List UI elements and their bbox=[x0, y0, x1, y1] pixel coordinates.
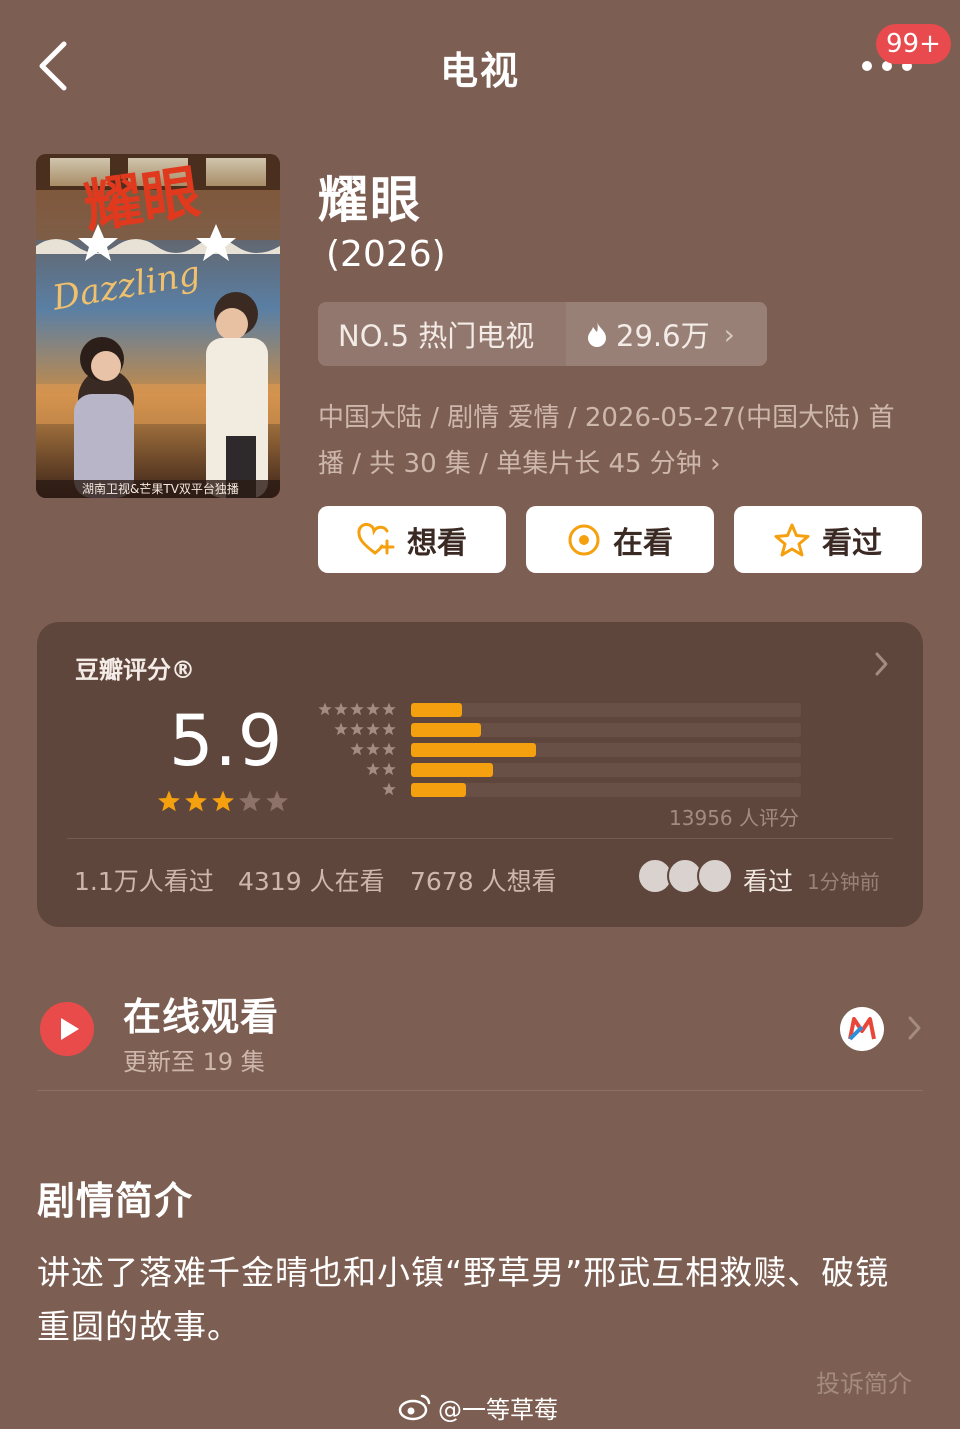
avatar bbox=[697, 858, 733, 894]
weibo-icon bbox=[398, 1394, 431, 1421]
more-dot-icon bbox=[862, 61, 872, 71]
dist-star-icon bbox=[382, 742, 396, 756]
watching-button[interactable]: 在看 bbox=[526, 506, 714, 573]
watching-count[interactable]: 4319 人在看 bbox=[238, 862, 385, 898]
divider bbox=[67, 838, 893, 839]
online-watch-subtitle: 更新至 19 集 bbox=[123, 1048, 265, 1076]
chevron-right-icon: › bbox=[710, 449, 721, 479]
dist-bar-1-star bbox=[411, 783, 466, 797]
dist-star-icon bbox=[382, 782, 396, 796]
activity-time: 1分钟前 bbox=[807, 870, 880, 894]
dist-track bbox=[411, 763, 801, 777]
star-outline-icon bbox=[774, 523, 810, 556]
drama-poster[interactable]: 耀眼 Dazzling 湖南卫视&芒果TV双平台独播 bbox=[36, 154, 280, 498]
rank-label: NO.5 热门电视 bbox=[338, 319, 535, 353]
rating-card[interactable]: 豆瓣评分® 5.9 13956 人评分 1.1万人看过 4319 人在看 767… bbox=[37, 622, 923, 927]
dist-stars-icon bbox=[366, 762, 396, 776]
chevron-right-icon: › bbox=[723, 317, 735, 351]
dist-star-icon bbox=[350, 702, 364, 716]
poster-footer: 湖南卫视&芒果TV双平台独播 bbox=[82, 482, 239, 496]
meta-line-2: 播 / 共 30 集 / 单集片长 45 分钟 bbox=[318, 449, 702, 479]
dist-row-4-star bbox=[313, 722, 813, 737]
dist-star-icon bbox=[334, 722, 348, 736]
weibo-watermark: @一等草莓 bbox=[398, 1390, 558, 1424]
chevron-right-icon bbox=[908, 1016, 921, 1040]
dist-bar-3-star bbox=[411, 743, 536, 757]
dist-star-icon bbox=[382, 762, 396, 776]
drama-title: 耀眼 bbox=[318, 171, 422, 229]
star-empty-icon bbox=[239, 790, 261, 812]
star-filled-icon bbox=[185, 790, 207, 812]
online-watch-title: 在线观看 bbox=[123, 995, 280, 1039]
dist-stars-icon bbox=[350, 742, 396, 756]
heart-plus-icon bbox=[357, 522, 395, 554]
dist-track bbox=[411, 743, 801, 757]
activity-action: 看过 bbox=[743, 867, 794, 896]
dist-bar-5-star bbox=[411, 703, 462, 717]
dist-star-icon bbox=[366, 702, 380, 716]
dist-row-5-star bbox=[313, 702, 813, 717]
watermark-text: @一等草莓 bbox=[438, 1395, 558, 1424]
want-to-watch-label: 想看 bbox=[407, 525, 467, 561]
dist-stars-icon bbox=[334, 722, 396, 736]
watching-label: 在看 bbox=[613, 525, 673, 561]
want-to-watch-button[interactable]: 想看 bbox=[318, 506, 506, 573]
poster-title-art: 耀眼 bbox=[79, 157, 205, 242]
dist-star-icon bbox=[382, 722, 396, 736]
dist-stars-icon bbox=[382, 782, 396, 796]
meta-line-1: 中国大陆 / 剧情 爱情 / 2026-05-27(中国大陆) 首 bbox=[318, 403, 895, 433]
synopsis-text: 讲述了落难千金晴也和小镇“野草男”邢武互相救赎、破镜重圆的故事。 bbox=[37, 1253, 890, 1346]
online-watch-row[interactable]: 在线观看 更新至 19 集 bbox=[37, 986, 925, 1076]
drama-meta[interactable]: 中国大陆 / 剧情 爱情 / 2026-05-27(中国大陆) 首 播 / 共 … bbox=[318, 395, 918, 487]
dist-row-3-star bbox=[313, 742, 813, 757]
watched-label: 看过 bbox=[822, 525, 882, 561]
dist-star-icon bbox=[318, 702, 332, 716]
dist-row-1-star bbox=[313, 782, 813, 797]
drama-year: (2026) bbox=[326, 234, 446, 275]
dist-track bbox=[411, 723, 801, 737]
dist-bar-4-star bbox=[411, 723, 481, 737]
score-stars bbox=[158, 790, 288, 812]
dist-star-icon bbox=[382, 702, 396, 716]
dist-stars-icon bbox=[318, 702, 396, 716]
dist-row-2-star bbox=[313, 762, 813, 777]
star-filled-icon bbox=[212, 790, 234, 812]
dist-star-icon bbox=[366, 762, 380, 776]
dist-track bbox=[411, 703, 801, 717]
heat-indicator: 29.6万 › bbox=[566, 302, 767, 366]
play-icon bbox=[40, 1002, 94, 1056]
watched-count[interactable]: 1.1万人看过 bbox=[74, 862, 214, 898]
target-icon bbox=[568, 524, 600, 555]
star-filled-icon bbox=[158, 790, 180, 812]
star-empty-icon bbox=[266, 790, 288, 812]
page-title: 电视 bbox=[439, 49, 520, 93]
dist-star-icon bbox=[350, 742, 364, 756]
flame-icon bbox=[588, 322, 606, 347]
dist-bar-2-star bbox=[411, 763, 493, 777]
report-synopsis-link[interactable]: 投诉简介 bbox=[816, 1364, 912, 1399]
rating-source: 豆瓣评分® bbox=[75, 656, 195, 684]
dist-star-icon bbox=[366, 742, 380, 756]
divider bbox=[37, 1090, 923, 1091]
dist-star-icon bbox=[366, 722, 380, 736]
heat-value: 29.6万 bbox=[616, 319, 710, 353]
rating-score: 5.9 bbox=[169, 700, 284, 782]
dist-track bbox=[411, 783, 801, 797]
synopsis-heading: 剧情简介 bbox=[37, 1179, 194, 1223]
dist-star-icon bbox=[350, 722, 364, 736]
rank-chip[interactable]: NO.5 热门电视 29.6万 › bbox=[318, 302, 767, 366]
watched-button[interactable]: 看过 bbox=[734, 506, 922, 573]
chevron-right-icon[interactable] bbox=[871, 650, 891, 678]
friend-avatars[interactable] bbox=[637, 858, 737, 896]
mango-tv-logo-icon bbox=[840, 1007, 884, 1051]
dist-star-icon bbox=[334, 702, 348, 716]
rating-count: 13956 人评分 bbox=[669, 806, 799, 830]
notification-badge[interactable]: 99+ bbox=[876, 24, 951, 64]
want-count[interactable]: 7678 人想看 bbox=[410, 862, 557, 898]
